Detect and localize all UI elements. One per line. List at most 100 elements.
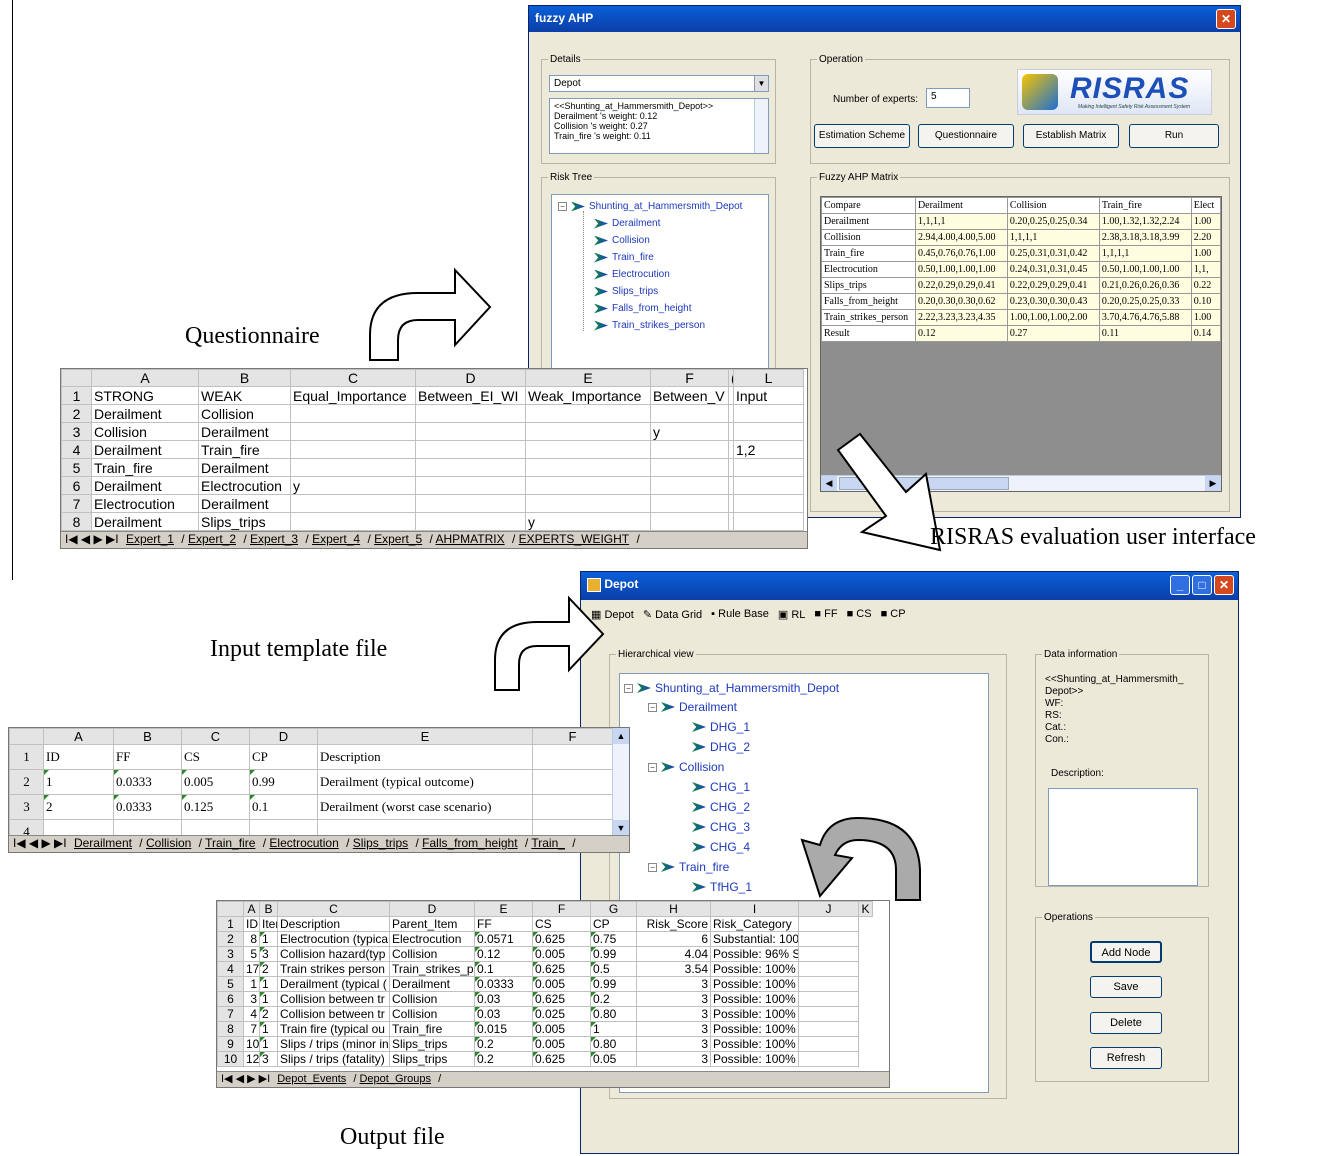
table-cell[interactable]: 3	[259, 946, 278, 962]
table-cell[interactable]: 0.0333	[113, 769, 182, 795]
table-cell[interactable]: 0.2	[590, 991, 637, 1007]
table-cell[interactable]: 3	[636, 991, 711, 1007]
tree-node[interactable]: Slips_trips	[594, 286, 658, 297]
table-cell[interactable]: Collision hazard(typ	[277, 946, 390, 962]
column-header[interactable]: C	[277, 901, 390, 917]
table-cell[interactable]: Possible: 100%	[710, 1021, 799, 1037]
column-header[interactable]	[9, 728, 44, 745]
table-cell[interactable]: Substantial: 100%	[710, 931, 799, 947]
close-icon[interactable]: ✕	[1216, 9, 1236, 29]
table-cell[interactable]: Train_fire	[389, 1021, 475, 1037]
column-header[interactable]: F	[532, 901, 591, 917]
collapse-icon[interactable]: −	[648, 762, 657, 772]
table-cell[interactable]: FF	[113, 744, 182, 770]
table-cell[interactable]: 0.0333	[474, 976, 533, 992]
table-cell[interactable]	[532, 769, 613, 795]
tree-node[interactable]: Train_fire	[594, 252, 654, 263]
sheet-tab[interactable]: Expert_4	[312, 532, 360, 546]
table-cell[interactable]: 0.005	[532, 1021, 591, 1037]
column-header[interactable]: J	[798, 901, 859, 917]
table-cell[interactable]: 4.04	[636, 946, 711, 962]
table-cell[interactable]	[525, 494, 651, 513]
description-textbox[interactable]	[1048, 788, 1198, 886]
sheet-tab[interactable]: Expert_3	[250, 532, 298, 546]
table-cell[interactable]	[532, 794, 613, 820]
table-cell[interactable]: 0.0571	[474, 931, 533, 947]
column-header[interactable]: I	[710, 901, 799, 917]
table-cell[interactable]	[525, 440, 651, 459]
table-cell[interactable]: Derailment	[389, 976, 475, 992]
column-header[interactable]: E	[525, 369, 651, 387]
questionnaire-button[interactable]: Questionnaire	[918, 124, 1014, 148]
table-cell[interactable]	[415, 512, 526, 531]
sheet-tab[interactable]: AHPMATRIX	[436, 532, 505, 546]
details-select[interactable]: Depot ▼	[549, 75, 769, 92]
table-cell[interactable]: y	[525, 512, 651, 531]
sheet-nav-icon[interactable]: I◀ ◀ ▶ ▶I	[65, 532, 119, 546]
table-cell[interactable]: Slips_trips	[389, 1036, 475, 1052]
table-cell[interactable]	[290, 404, 416, 423]
table-cell[interactable]: 0.80	[590, 1036, 637, 1052]
tree-root-node[interactable]: − Shunting_at_Hammersmith_Depot	[558, 201, 742, 212]
scroll-right-icon[interactable]: ▶	[1205, 476, 1221, 491]
table-cell[interactable]: Collision between tr	[277, 991, 390, 1007]
scrollbar[interactable]	[754, 99, 768, 153]
table-cell[interactable]: 0.1	[249, 794, 318, 820]
table-cell[interactable]: 1	[259, 991, 278, 1007]
table-cell[interactable]	[290, 512, 416, 531]
column-header[interactable]: D	[389, 901, 475, 917]
estimation-scheme-button[interactable]: Estimation Scheme	[814, 124, 910, 148]
tree-node[interactable]: − Collision	[648, 760, 724, 774]
table-cell[interactable]: Collision	[198, 404, 291, 423]
table-cell[interactable]	[798, 1051, 859, 1067]
save-button[interactable]: Save	[1090, 976, 1162, 998]
table-cell[interactable]	[290, 440, 416, 459]
table-cell[interactable]: 0.2	[474, 1051, 533, 1067]
sheet-tab[interactable]: Expert_1	[126, 532, 174, 546]
table-cell[interactable]: 0.12	[474, 946, 533, 962]
sheet-tab[interactable]: Train_fire	[205, 836, 255, 850]
table-cell[interactable]: Risk_Score	[636, 916, 711, 932]
table-cell[interactable]: 0.125	[181, 794, 250, 820]
table-cell[interactable]: 1	[259, 976, 278, 992]
tree-node[interactable]: Collision	[594, 235, 650, 246]
table-cell[interactable]: 8	[243, 931, 260, 947]
sheet-tab[interactable]: Expert_2	[188, 532, 236, 546]
table-cell[interactable]: 17	[243, 961, 260, 977]
collapse-icon[interactable]: −	[558, 202, 567, 211]
table-cell[interactable]: 10	[243, 1036, 260, 1052]
table-cell[interactable]	[290, 494, 416, 513]
table-cell[interactable]: 0.99	[590, 976, 637, 992]
table-cell[interactable]: Electrocution	[91, 494, 199, 513]
column-header[interactable]: G	[590, 901, 637, 917]
tree-node[interactable]: Falls_from_height	[594, 303, 691, 314]
table-cell[interactable]: 3	[243, 991, 260, 1007]
column-header[interactable]	[61, 369, 92, 387]
table-cell[interactable]	[798, 931, 859, 947]
table-cell[interactable]: Derailment	[91, 404, 199, 423]
table-cell[interactable]: Slips_trips	[198, 512, 291, 531]
table-cell[interactable]: 0.75	[590, 931, 637, 947]
column-header[interactable]: B	[259, 901, 278, 917]
tab-rule-base[interactable]: ▪ Rule Base	[711, 608, 769, 621]
table-cell[interactable]	[415, 440, 526, 459]
sheet-nav-icon[interactable]: I◀ ◀ ▶ ▶I	[221, 1073, 270, 1085]
table-cell[interactable]: 0.99	[249, 769, 318, 795]
table-cell[interactable]: 0.5	[590, 961, 637, 977]
table-cell[interactable]	[733, 494, 804, 513]
table-cell[interactable]	[798, 1021, 859, 1037]
num-experts-input[interactable]: 5	[926, 88, 970, 108]
collapse-icon[interactable]: −	[648, 862, 657, 872]
table-cell[interactable]: 2	[259, 1006, 278, 1022]
table-cell[interactable]: 5	[243, 946, 260, 962]
table-cell[interactable]: Electrocution	[389, 931, 475, 947]
collapse-icon[interactable]: −	[648, 702, 657, 712]
table-cell[interactable]: Input	[733, 386, 804, 405]
table-cell[interactable]	[798, 1006, 859, 1022]
table-cell[interactable]: 3	[636, 1036, 711, 1052]
scroll-up-icon[interactable]: ▲	[613, 728, 629, 744]
table-cell[interactable]: y	[650, 422, 729, 441]
minimize-icon[interactable]: _	[1170, 575, 1190, 595]
table-cell[interactable]	[650, 440, 729, 459]
table-cell[interactable]: 12	[243, 1051, 260, 1067]
